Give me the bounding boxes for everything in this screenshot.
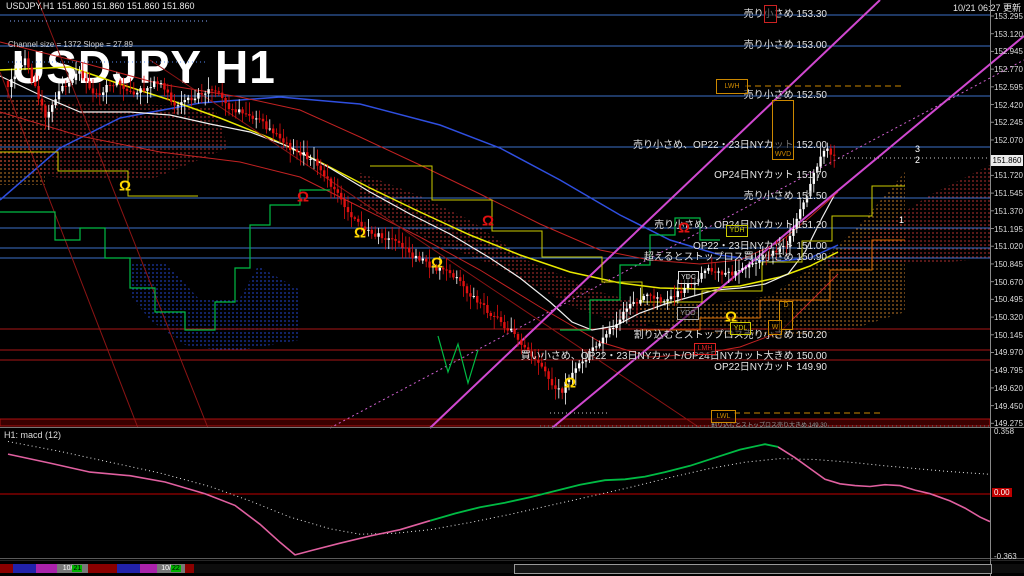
session-segment: 10/22 xyxy=(157,564,185,573)
trading-chart-window: USDJPY H1 USDJPY,H1 151.860 151.860 151.… xyxy=(0,0,1024,576)
macd-indicator-label: H1: macd (12) xyxy=(4,430,61,440)
omega-signal-icon: Ω xyxy=(482,213,494,230)
pivot-label-ydo: YDO xyxy=(677,307,699,320)
price-axis-label: 151.195 xyxy=(994,225,1023,234)
macd-bottom-border xyxy=(0,558,1024,559)
session-segment xyxy=(0,564,13,573)
price-axis-label: 153.295 xyxy=(994,12,1023,21)
price-axis-label: 149.620 xyxy=(994,384,1023,393)
channel-info-label: Channel size = 1372 Slope = 27.89 xyxy=(8,40,133,49)
price-annotation: OP22日NYカット 149.90 xyxy=(714,358,827,373)
session-segment: 10/21 xyxy=(57,564,88,573)
price-axis-label: 149.795 xyxy=(994,366,1023,375)
price-axis-label: 152.245 xyxy=(994,118,1023,127)
session-segment xyxy=(185,564,194,573)
price-axis-label: 150.670 xyxy=(994,278,1023,287)
macd-bottom-border-shadow xyxy=(0,560,1024,561)
macd-axis-zero-badge: 0.00 xyxy=(992,488,1012,497)
price-axis-label: 152.945 xyxy=(994,47,1023,56)
price-annotation: 超えるとストップロス買い小さめ 150.90 xyxy=(644,248,827,263)
session-segment xyxy=(140,564,157,573)
wave-count-label: 1 xyxy=(899,215,904,225)
pivot-label-w: W xyxy=(768,320,782,335)
wave-count-label: 2 xyxy=(915,155,920,165)
session-segment xyxy=(117,564,140,573)
price-annotation: 売り小さめ 153.30 xyxy=(744,5,827,20)
omega-signal-icon: Ω xyxy=(564,375,576,392)
price-axis-label: 149.450 xyxy=(994,402,1023,411)
price-annotation: 売り小さめ 151.50 xyxy=(744,187,827,202)
price-axis-label: 153.120 xyxy=(994,30,1023,39)
pivot-label-lmh: LMH xyxy=(694,343,716,355)
omega-signal-icon: Ω xyxy=(354,225,366,242)
price-axis-label: 152.420 xyxy=(994,101,1023,110)
omega-signal-icon: Ω xyxy=(678,220,690,237)
price-axis-label: 150.145 xyxy=(994,331,1023,340)
price-axis-label: 149.275 xyxy=(994,419,1023,428)
price-axis-label: 151.020 xyxy=(994,242,1023,251)
wave-count-label: 3 xyxy=(915,144,920,154)
price-annotation: 売り小さめ、OP22・23日NYカット 152.00 xyxy=(633,136,827,151)
pivot-label-box xyxy=(764,5,777,23)
current-price-tag: 151.860 xyxy=(991,155,1023,166)
price-axis-label: 149.970 xyxy=(994,348,1023,357)
session-date-label: 10/22 xyxy=(157,565,185,572)
price-axis-label: 151.720 xyxy=(994,171,1023,180)
omega-signal-icon: Ω xyxy=(725,309,737,326)
pivot-label-lwh: LWH xyxy=(716,79,748,94)
price-axis-label: 152.595 xyxy=(994,83,1023,92)
price-annotation: 売り小さめ 153.00 xyxy=(744,36,827,51)
macd-axis-min: -0.363 xyxy=(994,552,1017,561)
pivot-label-ydc: YDC xyxy=(678,271,699,284)
chart-canvas[interactable] xyxy=(0,0,1024,576)
session-segment xyxy=(88,564,117,573)
horizontal-scrollbar[interactable] xyxy=(514,564,992,574)
session-segment xyxy=(13,564,36,573)
support-resistance-lines xyxy=(0,15,990,426)
price-axis-label: 151.370 xyxy=(994,207,1023,216)
symbol-ohlc-readout: USDJPY,H1 151.860 151.860 151.860 151.86… xyxy=(6,1,195,11)
price-axis-label: 150.845 xyxy=(994,260,1023,269)
omega-signal-icon: Ω xyxy=(431,255,443,272)
price-axis-label: 152.070 xyxy=(994,136,1023,145)
price-axis-label: 151.545 xyxy=(994,189,1023,198)
session-date-label: 10/21 xyxy=(57,565,88,572)
omega-signal-icon: Ω xyxy=(297,189,309,206)
price-axis-label: 150.495 xyxy=(994,295,1023,304)
pivot-label-wvd: WVD xyxy=(772,100,794,160)
ichimoku-clouds xyxy=(0,98,990,352)
session-segment xyxy=(36,564,57,573)
price-axis-border xyxy=(990,0,991,576)
price-annotation: OP24日NYカット 151.70 xyxy=(714,166,827,181)
price-annotation: 売り小さめ 152.50 xyxy=(744,86,827,101)
panel-separator[interactable] xyxy=(0,427,1024,428)
macd-axis-max: 0.358 xyxy=(994,427,1014,436)
pivot-label-lwl: LWL xyxy=(711,410,736,423)
omega-signal-icon: Ω xyxy=(119,178,131,195)
price-axis-label: 152.770 xyxy=(994,65,1023,74)
price-axis-label: 150.320 xyxy=(994,313,1023,322)
pivot-label-ydh: YDH xyxy=(726,225,748,237)
